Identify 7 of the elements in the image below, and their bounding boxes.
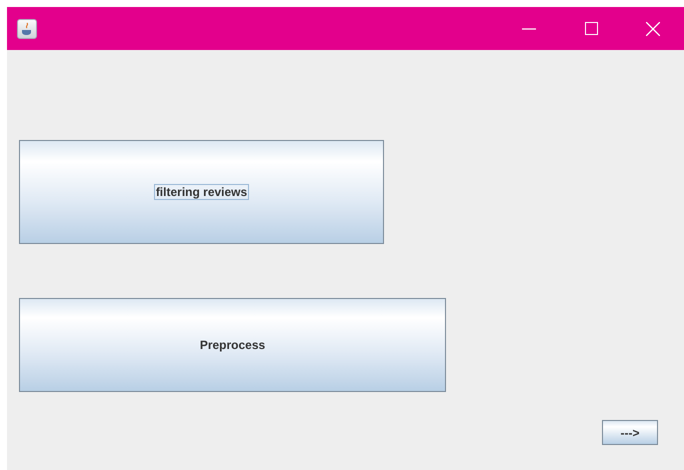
- next-button[interactable]: --->: [602, 420, 658, 445]
- action-button[interactable]: filtering reviews: [19, 140, 384, 244]
- maximize-icon: [584, 22, 598, 35]
- minimize-icon: [522, 28, 536, 30]
- app-icon: [17, 18, 37, 38]
- close-icon: [646, 22, 660, 36]
- action-button[interactable]: Preprocess: [19, 298, 446, 392]
